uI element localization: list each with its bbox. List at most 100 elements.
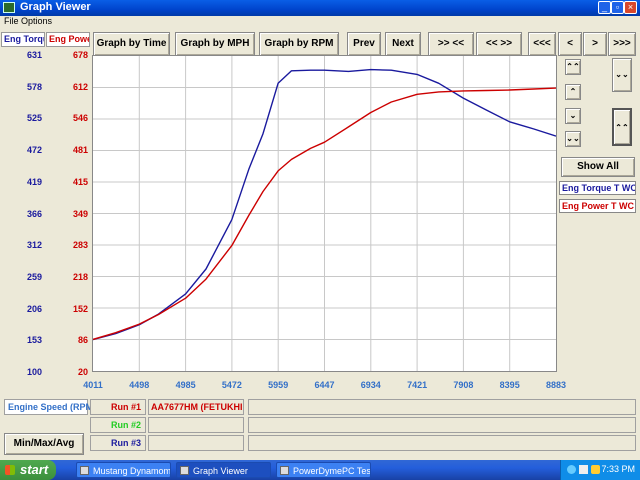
x-tick-label: 6934 [360,380,381,390]
x-tick-label: 4011 [83,380,103,390]
power-tick-label: 678 [72,50,88,60]
security-icon[interactable] [591,465,600,474]
graph-by-mph-button[interactable]: Graph by MPH [175,32,255,56]
taskbar: start Mustang Dynamomet... Graph Viewer … [0,460,640,480]
x-channel-box[interactable]: Engine Speed (RPM) [4,399,96,415]
line-chart [92,56,557,371]
x-tick-label: 7421 [407,380,428,390]
show-all-button[interactable]: Show All [561,157,635,177]
scroll-far-right-button[interactable]: >>> [608,32,636,56]
run-3-info-box [248,435,636,451]
torque-tick-label: 419 [26,176,42,187]
x-tick-label: 6447 [314,380,335,390]
start-label: start [20,462,49,477]
run-3-label-box: Run #3 [90,435,146,451]
x-tick-label: 8395 [499,380,520,390]
scroll-right-button[interactable]: > [583,32,607,56]
scroll-up-top-button[interactable]: ⌃⌃ [565,59,581,75]
run-2-label: Run #2 [110,420,141,430]
power-tick-label: 218 [72,271,88,282]
window-title: Graph Viewer [20,1,91,13]
maximize-button[interactable]: ▫ [611,1,624,14]
torque-tick-label: 100 [26,367,42,377]
title-bar: Graph Viewer _ ▫ × [0,0,640,16]
run-1-file: AA7677HM (FETUKHIH [151,402,243,412]
task-powerdyme[interactable]: PowerDymePC Test Pi... [276,462,371,478]
scroll-left-button[interactable]: < [558,32,582,56]
power-tick-label: 481 [72,145,88,156]
power-tick-label: 20 [77,367,88,377]
torque-tick-label: 525 [26,113,42,124]
task-label: Mustang Dynamomet... [93,466,171,476]
torque-tick-label: 578 [26,81,42,92]
app-icon [3,2,15,13]
run-2-file-box[interactable] [148,417,244,433]
power-axis-header[interactable]: Eng Power T WC [46,32,90,47]
x-tick-label: 5959 [268,380,289,390]
run-3-file-box[interactable] [148,435,244,451]
minimize-button[interactable]: _ [598,1,611,14]
min-max-avg-button[interactable]: Min/Max/Avg [4,433,84,455]
run-3-label: Run #3 [110,438,141,448]
window-icon [180,466,189,475]
next-button[interactable]: Next [385,32,421,56]
torque-axis-header[interactable]: Eng Torque T WC [1,32,45,47]
scroll-down-button[interactable]: ⌄ [565,108,581,124]
torque-tick-label: 259 [26,271,42,282]
torque-tick-label: 312 [26,240,42,251]
zoom-out-button[interactable]: << >> [476,32,522,56]
task-mustang[interactable]: Mustang Dynamomet... [76,462,171,478]
run-1-file-box[interactable]: AA7677HM (FETUKHIH [148,399,244,415]
torque-tick-label: 472 [26,145,42,156]
run-2-label-box: Run #2 [90,417,146,433]
torque-tick-label: 366 [26,208,42,219]
x-tick-label: 5472 [221,380,242,390]
x-tick-label: 4498 [129,380,150,390]
start-button[interactable]: start [0,460,56,480]
system-tray: 7:33 PM [560,460,640,480]
run-2-info-box [248,417,636,433]
menu-options[interactable]: Options [21,16,52,26]
x-tick-label: 8883 [545,380,567,390]
run-1-label: Run #1 [110,402,141,412]
run-1-info-box [248,399,636,415]
plot-area[interactable] [92,55,557,372]
x-tick-label: 7908 [453,380,474,390]
window-icon [280,466,289,475]
network-icon[interactable] [567,465,576,474]
scroll-far-left-button[interactable]: <<< [528,32,556,56]
menu-file[interactable]: File [4,16,19,26]
legend-power[interactable]: Eng Power T WC [559,199,636,213]
zoom-in-button[interactable]: >> << [428,32,474,56]
legend-torque[interactable]: Eng Torque T WC [559,181,636,195]
power-tick-label: 283 [72,240,88,251]
power-tick-label: 612 [72,81,88,92]
x-tick-label: 4985 [175,380,196,390]
torque-tick-label: 631 [26,50,42,60]
close-button[interactable]: × [624,1,637,14]
graph-by-rpm-button[interactable]: Graph by RPM [259,32,339,56]
task-graph-viewer[interactable]: Graph Viewer [176,462,271,478]
scroll-up-button[interactable]: ⌃ [565,84,581,100]
task-label: PowerDymePC Test Pi... [293,466,371,476]
torque-tick-label: 153 [26,335,42,346]
torque-tick-label: 206 [26,303,42,314]
power-tick-label: 546 [72,113,88,124]
prev-button[interactable]: Prev [347,32,381,56]
power-tick-label: 415 [72,176,88,187]
scroll-down-bottom-button[interactable]: ⌄⌄ [565,131,581,147]
menu-bar: File Options [0,16,640,28]
graph-by-time-button[interactable]: Graph by Time [93,32,170,56]
x-channel-label: Engine Speed (RPM) [8,402,97,412]
scroll-up-fast-button[interactable]: ⌃⌃ [612,108,632,146]
clock: 7:33 PM [601,464,635,474]
volume-icon[interactable] [579,465,588,474]
scroll-down-fast-button[interactable]: ⌄⌄ [612,58,632,92]
task-label: Graph Viewer [193,466,248,476]
run-1-label-box: Run #1 [90,399,146,415]
window-icon [80,466,89,475]
power-tick-label: 152 [72,303,88,314]
power-tick-label: 86 [77,335,88,346]
windows-logo-icon [5,465,15,475]
power-tick-label: 349 [72,208,88,219]
